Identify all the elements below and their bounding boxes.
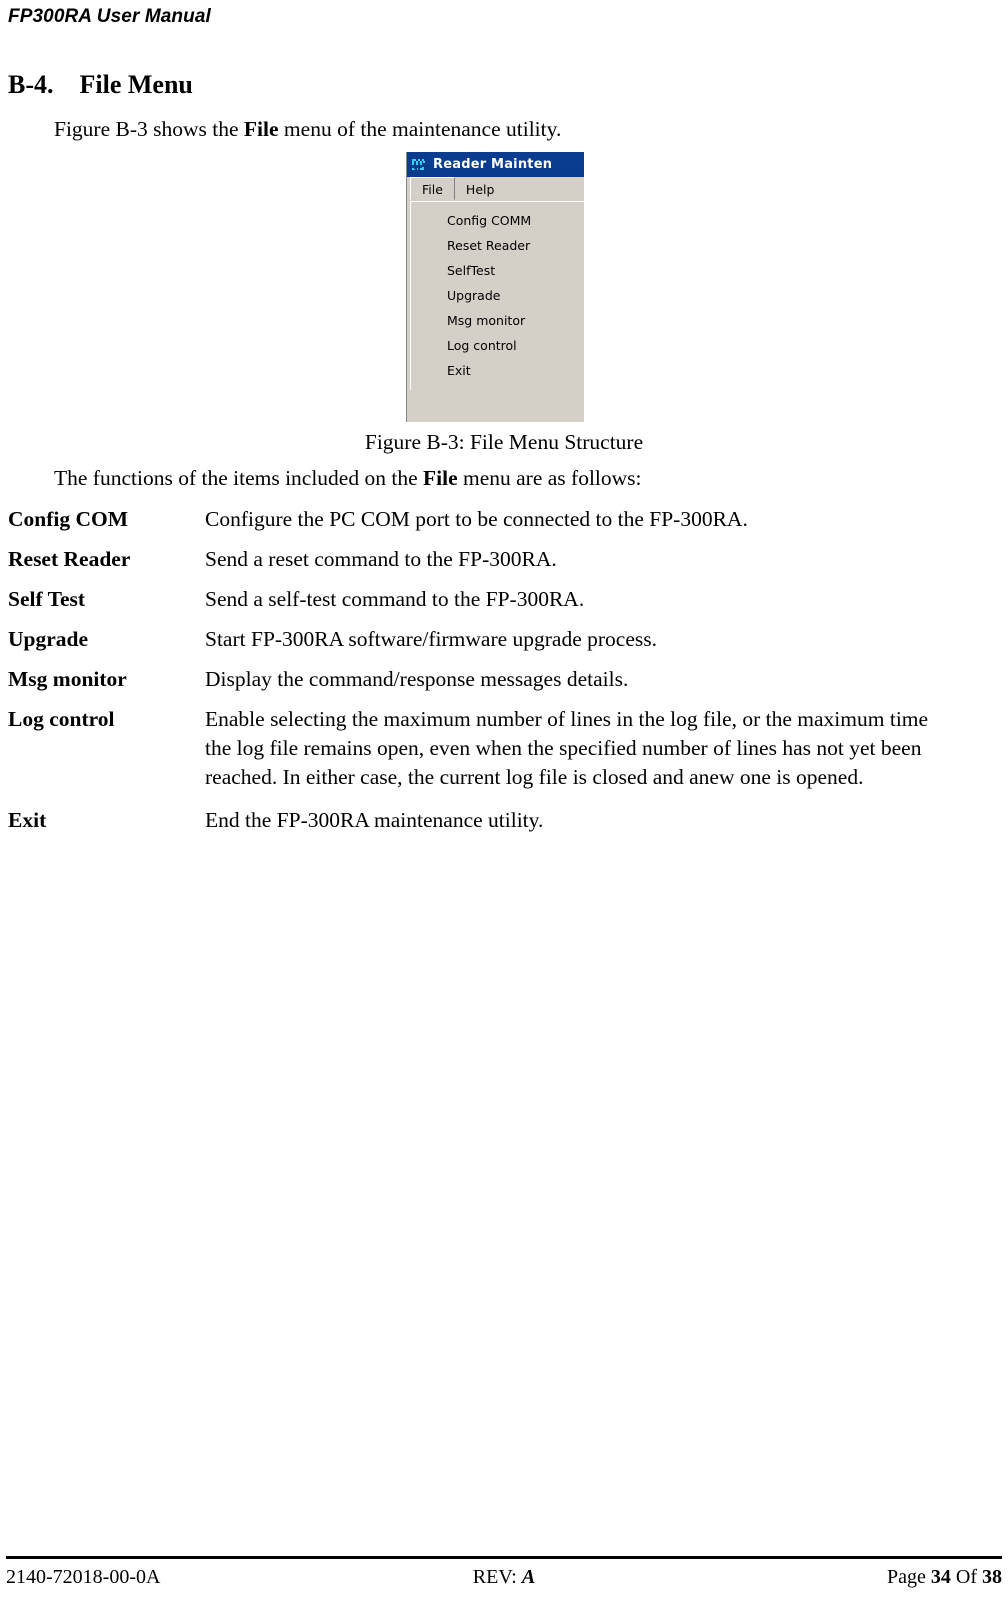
definition-row: Reset Reader Send a reset command to the… xyxy=(8,545,1000,574)
definition-term-msg-monitor: Msg monitor xyxy=(8,667,127,691)
leadin-text-before: The functions of the items included on t… xyxy=(54,466,423,490)
definition-row: Exit End the FP-300RA maintenance utilit… xyxy=(8,806,1000,835)
footer-of-label: Of xyxy=(950,1566,982,1588)
footer-rev-label: REV: xyxy=(472,1566,522,1588)
running-header: FP300RA User Manual xyxy=(8,6,211,27)
intro-bold-file: File xyxy=(243,117,279,141)
definition-desc-self-test: Send a self-test command to the FP-300RA… xyxy=(205,587,585,611)
footer-page-label: Page xyxy=(887,1566,931,1588)
definition-term-self-test: Self Test xyxy=(8,587,86,611)
footer-page-number: Page 34 Of 38 xyxy=(887,1566,1002,1589)
page-footer: 2140-72018-00-0A REV: A Page 34 Of 38 xyxy=(6,1566,1002,1596)
menubar-item-file[interactable]: File xyxy=(410,177,455,200)
leadin-bold-file: File xyxy=(423,466,458,490)
definition-term-exit: Exit xyxy=(8,808,47,832)
footer-divider xyxy=(6,1556,1002,1559)
definition-row: Upgrade Start FP-300RA software/firmware… xyxy=(8,625,1000,654)
menu-item-reset-reader[interactable]: Reset Reader xyxy=(411,233,584,258)
figure-b3: Reader Mainten File Help Config COMM Res… xyxy=(0,152,1008,454)
definition-term-reset-reader: Reset Reader xyxy=(8,547,131,571)
menubar-item-help[interactable]: Help xyxy=(455,177,506,200)
intro-paragraph: Figure B-3 shows the File menu of the ma… xyxy=(54,117,561,142)
figure-caption: Figure B-3: File Menu Structure xyxy=(364,430,644,454)
file-menu-definition-list: Config COM Configure the PC COM port to … xyxy=(8,505,1000,846)
reader-maintenance-window: Reader Mainten File Help Config COMM Res… xyxy=(406,152,584,422)
definition-row: Log control Enable selecting the maximum… xyxy=(8,705,1000,792)
definition-row: Config COM Configure the PC COM port to … xyxy=(8,505,1000,534)
definition-row: Self Test Send a self-test command to th… xyxy=(8,585,1000,614)
footer-revision: REV: A xyxy=(6,1566,1002,1589)
section-title: File Menu xyxy=(79,70,193,99)
section-heading: B-4. File Menu xyxy=(8,70,193,100)
footer-page-total: 38 xyxy=(982,1566,1002,1588)
definition-desc-msg-monitor: Display the command/response messages de… xyxy=(205,667,629,691)
intro-text-before: Figure B-3 shows the xyxy=(54,117,244,141)
window-menubar: File Help xyxy=(407,177,584,201)
definition-desc-upgrade: Start FP-300RA software/firmware upgrade… xyxy=(205,627,657,651)
section-number: B-4. xyxy=(8,70,54,99)
definition-term-upgrade: Upgrade xyxy=(8,627,89,651)
definition-row: Msg monitor Display the command/response… xyxy=(8,665,1000,694)
menu-item-msg-monitor[interactable]: Msg monitor xyxy=(411,308,584,333)
definition-term-log-control: Log control xyxy=(8,707,115,731)
footer-rev-value: A xyxy=(521,1566,536,1588)
window-titlebar: Reader Mainten xyxy=(407,152,584,177)
menu-item-upgrade[interactable]: Upgrade xyxy=(411,283,584,308)
definition-term-config-com: Config COM xyxy=(8,507,129,531)
menu-item-log-control[interactable]: Log control xyxy=(411,333,584,358)
leadin-text-after: menu are as follows: xyxy=(457,466,642,490)
footer-page-current: 34 xyxy=(930,1566,951,1588)
file-menu-dropdown: Config COMM Reset Reader SelfTest Upgrad… xyxy=(410,201,584,390)
menu-item-selftest[interactable]: SelfTest xyxy=(411,258,584,283)
definition-desc-exit: End the FP-300RA maintenance utility. xyxy=(205,808,544,832)
menu-item-exit[interactable]: Exit xyxy=(411,358,584,383)
definition-desc-log-control: Enable selecting the maximum number of l… xyxy=(205,707,929,789)
leadin-paragraph: The functions of the items included on t… xyxy=(54,466,642,491)
intro-text-after: menu of the maintenance utility. xyxy=(278,117,562,141)
menu-item-config-comm[interactable]: Config COMM xyxy=(411,208,584,233)
reader-maintenance-app-icon xyxy=(410,155,428,174)
definition-desc-reset-reader: Send a reset command to the FP-300RA. xyxy=(205,547,557,571)
window-title: Reader Mainten xyxy=(433,157,553,172)
definition-desc-config-com: Configure the PC COM port to be connecte… xyxy=(205,507,748,531)
